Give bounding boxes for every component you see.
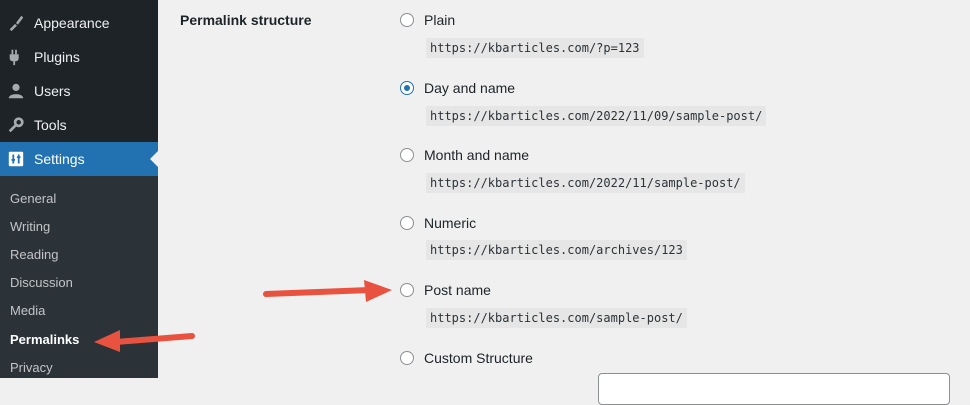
- submenu-item-general[interactable]: General: [10, 191, 56, 206]
- example-url-post-name: https://kbarticles.com/sample-post/: [426, 308, 687, 328]
- paintbrush-icon: [6, 13, 26, 33]
- menu-item-settings[interactable]: Settings: [0, 142, 158, 176]
- settings-sliders-icon: [6, 149, 26, 169]
- example-url-numeric: https://kbarticles.com/archives/123: [426, 240, 687, 260]
- menu-item-label: Tools: [34, 117, 67, 133]
- annotation-arrow-post-name: [263, 280, 392, 302]
- option-custom-structure[interactable]: Custom Structure: [400, 348, 533, 368]
- permalink-structure-label: Permalink structure: [180, 12, 312, 28]
- annotation-arrow-permalinks: [94, 330, 195, 352]
- option-month-and-name[interactable]: Month and name: [400, 145, 529, 165]
- menu-item-plugins[interactable]: Plugins: [0, 40, 158, 74]
- active-menu-pointer: [150, 151, 158, 167]
- option-label: Post name: [424, 282, 491, 298]
- radio-post-name[interactable]: [400, 283, 414, 297]
- submenu-item-media[interactable]: Media: [10, 303, 45, 318]
- option-label: Custom Structure: [424, 350, 533, 366]
- option-label: Plain: [424, 12, 456, 28]
- submenu-item-permalinks[interactable]: Permalinks: [10, 332, 79, 347]
- radio-month-and-name[interactable]: [400, 148, 414, 162]
- option-plain[interactable]: Plain: [400, 10, 455, 30]
- menu-item-label: Appearance: [34, 15, 110, 31]
- option-post-name[interactable]: Post name: [400, 280, 491, 300]
- option-day-and-name[interactable]: Day and name: [400, 78, 515, 98]
- radio-day-and-name[interactable]: [400, 81, 414, 95]
- menu-item-users[interactable]: Users: [0, 74, 158, 108]
- radio-custom-structure[interactable]: [400, 351, 414, 365]
- option-label: Day and name: [424, 80, 516, 96]
- plugin-icon: [6, 47, 26, 67]
- wrench-icon: [6, 115, 26, 135]
- user-icon: [6, 81, 26, 101]
- menu-item-appearance[interactable]: Appearance: [0, 6, 158, 40]
- example-url-day-and-name: https://kbarticles.com/2022/11/09/sample…: [426, 106, 767, 126]
- submenu-item-writing[interactable]: Writing: [10, 219, 50, 234]
- option-numeric[interactable]: Numeric: [400, 213, 476, 233]
- radio-numeric[interactable]: [400, 216, 414, 230]
- example-url-month-and-name: https://kbarticles.com/2022/11/sample-po…: [426, 173, 745, 193]
- menu-item-label: Users: [34, 83, 71, 99]
- menu-item-tools[interactable]: Tools: [0, 108, 158, 142]
- submenu-item-privacy[interactable]: Privacy: [10, 360, 53, 375]
- admin-sidebar: Appearance Plugins Users Tools Settings …: [0, 0, 158, 378]
- option-label: Month and name: [424, 147, 530, 163]
- submenu-item-reading[interactable]: Reading: [10, 247, 58, 262]
- settings-main: Permalink structure Plain https://kbarti…: [158, 0, 970, 405]
- radio-plain[interactable]: [400, 13, 414, 27]
- submenu-item-discussion[interactable]: Discussion: [10, 275, 73, 290]
- menu-item-label: Plugins: [34, 49, 80, 65]
- example-url-plain: https://kbarticles.com/?p=123: [426, 38, 644, 58]
- menu-item-label: Settings: [34, 151, 85, 167]
- option-label: Numeric: [424, 215, 477, 231]
